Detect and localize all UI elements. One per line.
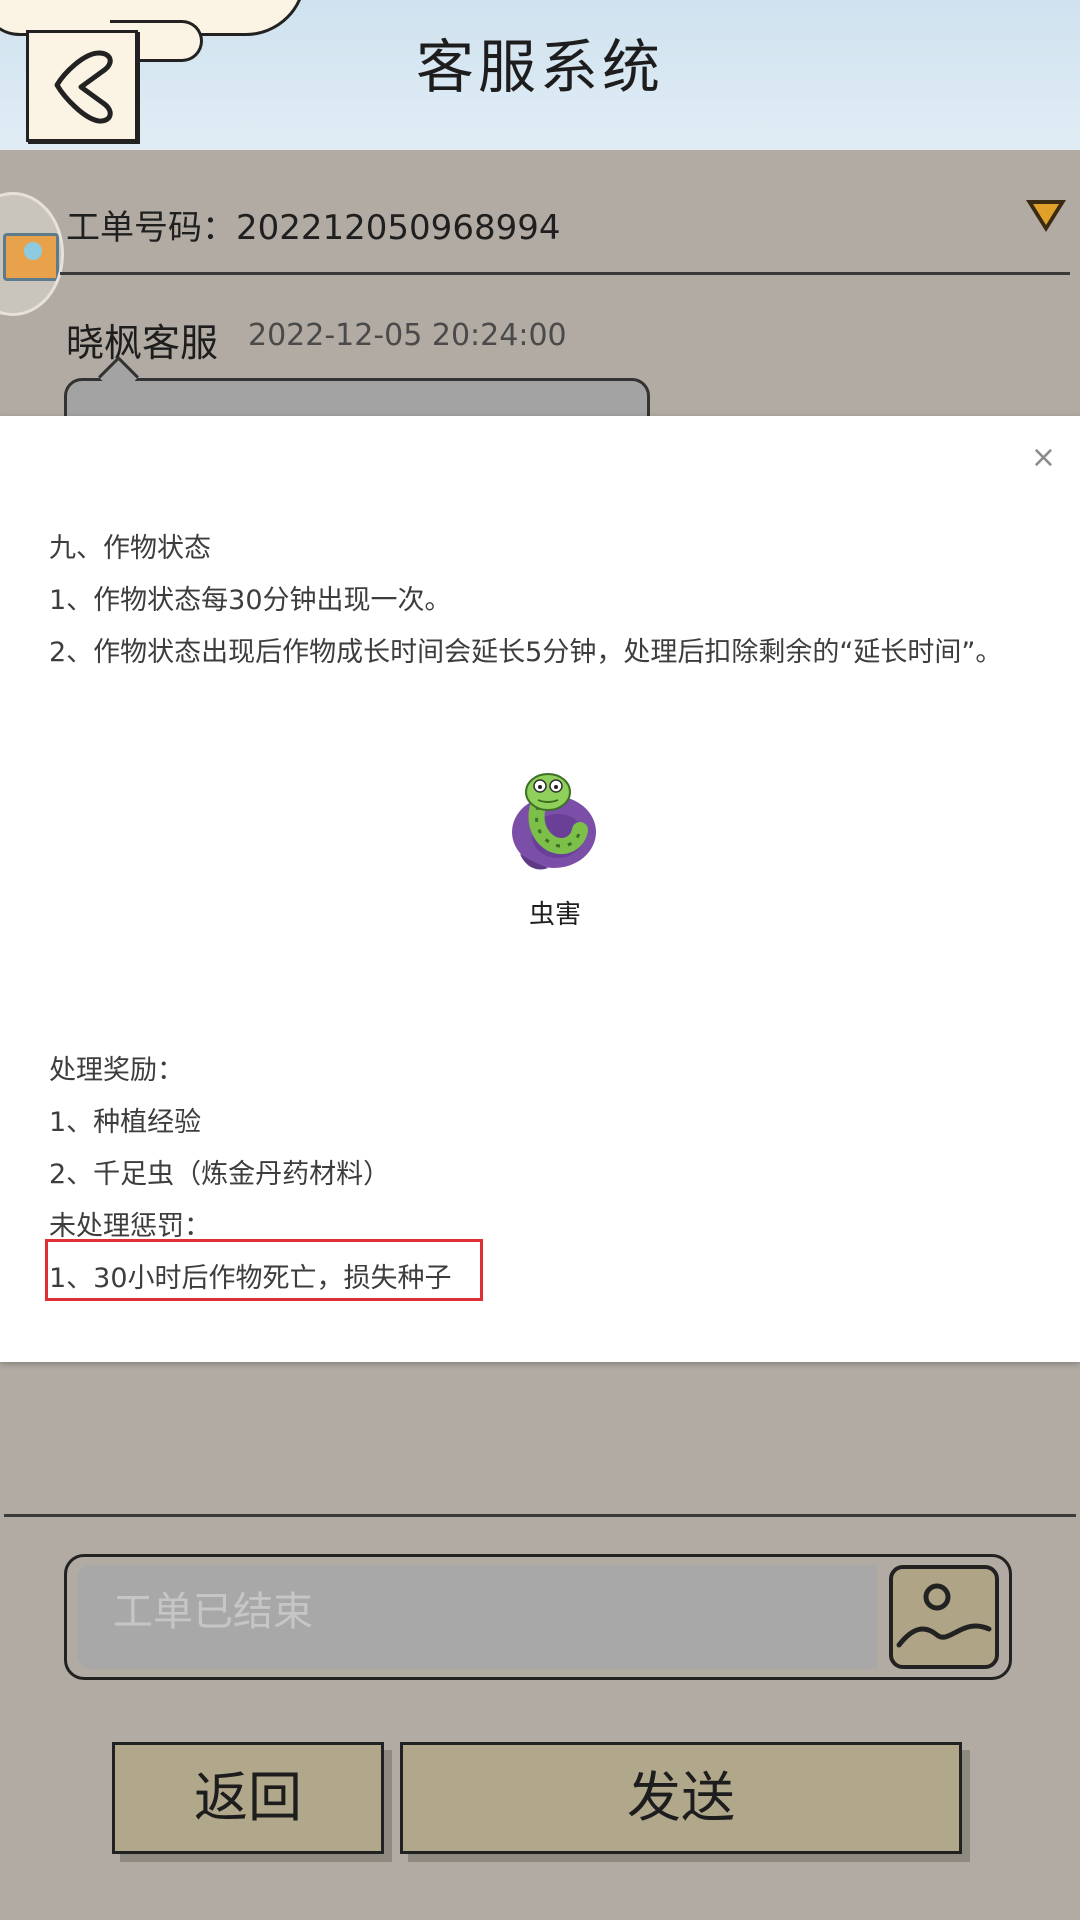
message-input-area: 工单已结束 — [64, 1554, 1012, 1680]
message-sender: 晓枫客服 — [66, 321, 219, 365]
input-divider — [4, 1514, 1076, 1517]
header-bar: 客服系统 — [0, 0, 1080, 150]
reward-item: 1、种植经验 — [49, 1107, 202, 1138]
rule-line: 2、作物状态出现后作物成长时间会延长5分钟，处理后扣除剩余的“延长时间”。 — [49, 637, 1003, 668]
image-icon — [896, 1583, 992, 1648]
rule-line: 1、作物状态每30分钟出现一次。 — [49, 585, 452, 616]
dropdown-triangle-icon[interactable] — [1026, 200, 1066, 232]
send-button[interactable]: 发送 — [400, 1742, 962, 1854]
avatar-box-icon — [3, 233, 59, 281]
image-upload-button[interactable] — [889, 1565, 999, 1669]
close-icon[interactable]: × — [1031, 440, 1056, 475]
ticket-number: 工单号码：202212050968994 — [66, 200, 560, 249]
ticket-number-label: 工单号码： — [66, 208, 236, 248]
back-button[interactable]: 返回 — [112, 1742, 384, 1854]
penalty-title: 未处理惩罚： — [49, 1211, 211, 1242]
image-preview-modal: × 九、作物状态 1、作物状态每30分钟出现一次。 2、作物状态出现后作物成长时… — [0, 416, 1080, 1362]
input-placeholder: 工单已结束 — [113, 1589, 313, 1635]
reward-title: 处理奖励： — [49, 1055, 184, 1086]
highlight-box — [45, 1239, 483, 1301]
icon-label: 虫害 — [528, 900, 581, 930]
reward-item: 2、千足虫（炼金丹药材料） — [49, 1159, 391, 1190]
avatar[interactable] — [0, 192, 64, 316]
worm-pest-icon — [512, 773, 596, 870]
message-timestamp: 2022-12-05 20:24:00 — [248, 318, 567, 353]
ticket-number-value: 202212050968994 — [236, 208, 561, 248]
ticket-divider — [60, 272, 1070, 275]
page-title: 客服系统 — [415, 33, 664, 101]
message-input[interactable]: 工单已结束 — [77, 1565, 877, 1669]
section-title: 九、作物状态 — [49, 533, 211, 564]
